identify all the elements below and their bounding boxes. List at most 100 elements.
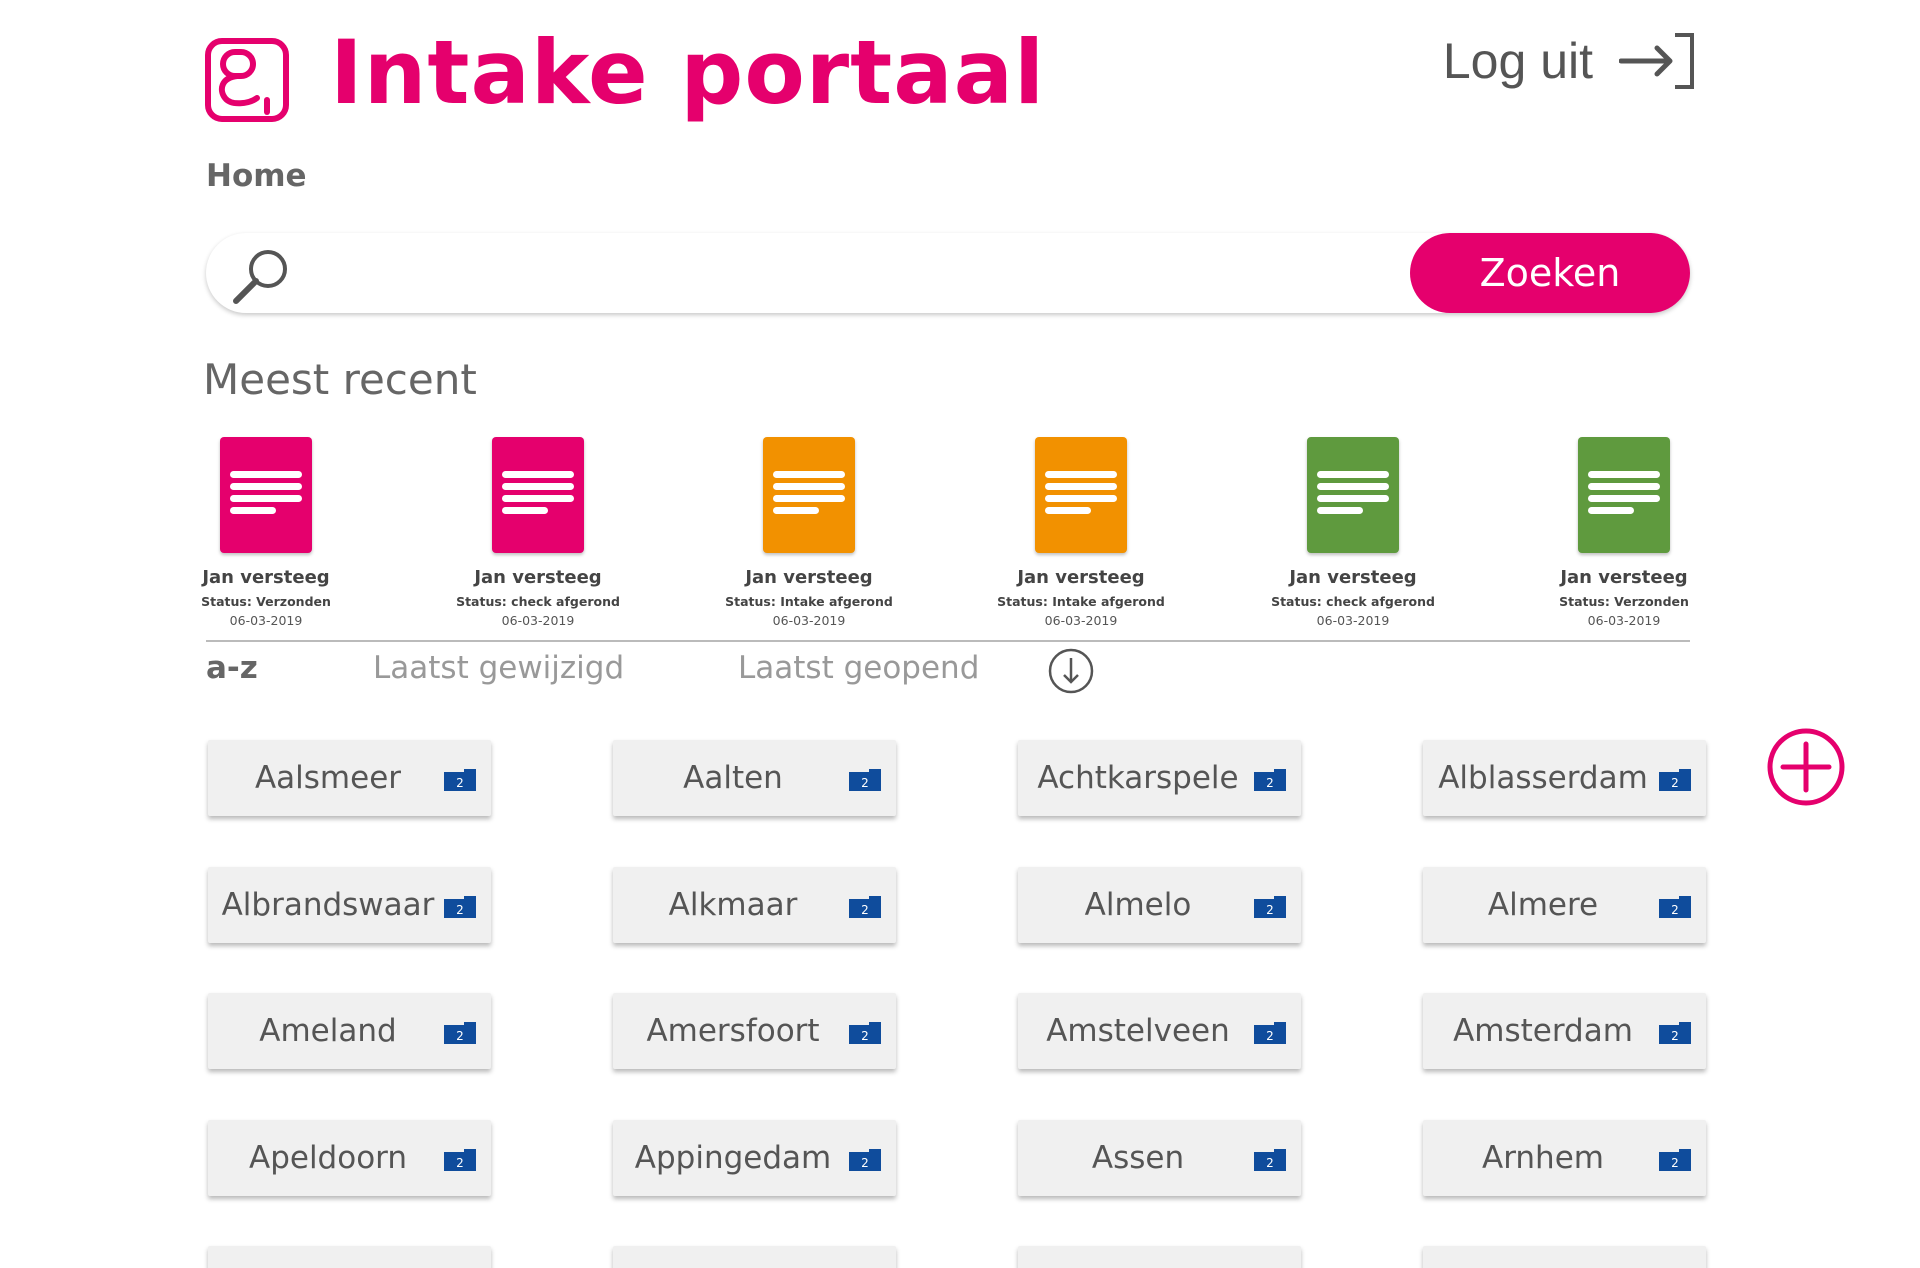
municipality-tile[interactable]: Amersfoort 2 <box>613 993 896 1069</box>
document-line <box>230 507 276 514</box>
folder-count-icon: 2 <box>849 896 881 918</box>
municipality-tile[interactable]: Assen 2 <box>1018 1120 1301 1196</box>
municipality-tile[interactable]: Almelo 2 <box>1018 867 1301 943</box>
divider <box>206 640 1690 642</box>
recent-document-date: 06-03-2019 <box>1587 613 1661 628</box>
recent-document-card[interactable]: Jan versteeg Status: check afgerond 06-03-… <box>1243 437 1463 628</box>
sort-option-last-modified[interactable]: Laatst gewijzigd <box>373 650 624 686</box>
municipality-name: Appingedam <box>634 1140 832 1176</box>
municipality-tile[interactable]: Arnhem2 <box>1018 1246 1301 1268</box>
folder-count-icon: 2 <box>1659 1149 1691 1171</box>
folder-count-icon: 2 <box>444 1149 476 1171</box>
municipality-tile[interactable]: Alblasserdam 2 <box>1423 740 1706 816</box>
recent-document-status: Status: Verzonden <box>201 594 331 609</box>
municipality-tile[interactable]: Apeldoorn 2 <box>208 1120 491 1196</box>
municipality-name: Apeldoorn <box>248 1140 408 1176</box>
folder-count: 2 <box>861 903 869 917</box>
municipality-tile[interactable]: Aalsmeer 2 <box>208 740 491 816</box>
municipality-tile[interactable]: Arnhem2 <box>1423 1246 1706 1268</box>
municipality-tile[interactable]: Almere 2 <box>1423 867 1706 943</box>
folder-count: 2 <box>1266 1156 1274 1170</box>
folder-count: 2 <box>1266 1029 1274 1043</box>
document-line <box>230 471 302 478</box>
recent-document-card[interactable]: Jan versteeg Status: Intake afgerond 06-03… <box>699 437 919 628</box>
municipality-name: Arnhem <box>613 1246 853 1268</box>
municipality-name: Arnhem <box>208 1246 448 1268</box>
municipality-name: Almere <box>1487 887 1599 923</box>
municipality-name: Ameland <box>259 1013 397 1049</box>
document-icon <box>220 437 312 553</box>
folder-count-icon: 2 <box>444 769 476 791</box>
municipality-tile[interactable]: Appingedam 2 <box>613 1120 896 1196</box>
folder-count-icon: 2 <box>1254 1149 1286 1171</box>
recent-document-card[interactable]: Jan versteeg Status: Intake afgerond 06-03… <box>971 437 1191 628</box>
recent-documents: Jan versteeg Status: Verzonden 06-03-2019 J… <box>201 437 1690 628</box>
folder-count: 2 <box>1671 1156 1679 1170</box>
document-line <box>773 495 845 502</box>
document-line <box>502 507 548 514</box>
folder-count-icon: 2 <box>444 896 476 918</box>
sort-option-last-opened[interactable]: Laatst geopend <box>738 650 979 686</box>
recent-document-name: Jan versteeg <box>1560 567 1688 588</box>
app-title: Intake portaal <box>330 21 1046 124</box>
recent-document-card[interactable]: Jan versteeg Status: Verzonden 06-03-2019 <box>1514 437 1734 628</box>
municipality-tile[interactable]: Achtkarspele 2 <box>1018 740 1301 816</box>
recent-document-date: 06-03-2019 <box>1316 613 1390 628</box>
municipality-name: Arnhem <box>1482 1140 1604 1176</box>
municipality-tile[interactable]: Arnhem2 <box>208 1246 491 1268</box>
municipality-tile[interactable]: Amstelveen 2 <box>1018 993 1301 1069</box>
recent-document-card[interactable]: Jan versteeg Status: Verzonden 06-03-2019 <box>156 437 376 628</box>
folder-count: 2 <box>1671 903 1679 917</box>
recent-document-name: Jan versteeg <box>474 567 602 588</box>
recent-document-name: Jan versteeg <box>745 567 873 588</box>
folder-count-icon: 2 <box>444 1022 476 1044</box>
recent-document-name: Jan versteeg <box>202 567 330 588</box>
document-line <box>1317 507 1363 514</box>
document-line <box>1317 471 1389 478</box>
recent-document-name: Jan versteeg <box>1289 567 1417 588</box>
recent-document-date: 06-03-2019 <box>229 613 303 628</box>
recent-document-status: Status: Intake afgerond <box>725 594 893 609</box>
municipality-name: Amstelveen <box>1046 1013 1230 1049</box>
municipality-tile[interactable]: Alkmaar 2 <box>613 867 896 943</box>
folder-count-icon: 2 <box>849 1022 881 1044</box>
search-button[interactable]: Zoeken <box>1410 233 1690 313</box>
recent-section-title: Meest recent <box>203 355 477 404</box>
municipality-name: Amsterdam <box>1453 1013 1633 1049</box>
folder-count: 2 <box>1671 776 1679 790</box>
folder-count-icon: 2 <box>1254 896 1286 918</box>
recent-document-date: 06-03-2019 <box>1044 613 1118 628</box>
breadcrumb[interactable]: Home <box>206 158 307 194</box>
arrow-down-circle-icon[interactable] <box>1048 648 1094 694</box>
municipality-name: Almelo <box>1084 887 1192 923</box>
municipality-tile[interactable]: Arnhem2 <box>613 1246 896 1268</box>
document-icon <box>1035 437 1127 553</box>
document-line <box>773 471 845 478</box>
search-input[interactable] <box>316 243 1320 305</box>
municipality-tile[interactable]: Albrandswaar 2 <box>208 867 491 943</box>
folder-count: 2 <box>1266 903 1274 917</box>
recent-document-date: 06-03-2019 <box>501 613 575 628</box>
intake-logo-icon <box>205 38 289 122</box>
document-icon <box>1578 437 1670 553</box>
document-icon <box>492 437 584 553</box>
folder-count: 2 <box>456 903 464 917</box>
municipality-tile[interactable]: Aalten 2 <box>613 740 896 816</box>
recent-document-date: 06-03-2019 <box>772 613 846 628</box>
document-line <box>1317 495 1389 502</box>
recent-document-card[interactable]: Jan versteeg Status: check afgerond 06-03-… <box>428 437 648 628</box>
document-line <box>1045 507 1091 514</box>
municipality-tile[interactable]: Ameland 2 <box>208 993 491 1069</box>
folder-count-icon: 2 <box>849 769 881 791</box>
intake-portal-page: Intake portaal Log uit Home Zoeken Meest… <box>0 0 1920 1268</box>
municipality-tile[interactable]: Amsterdam 2 <box>1423 993 1706 1069</box>
folder-count: 2 <box>1266 776 1274 790</box>
folder-count: 2 <box>861 1029 869 1043</box>
document-line <box>773 483 845 490</box>
municipality-tile[interactable]: Arnhem 2 <box>1423 1120 1706 1196</box>
folder-count: 2 <box>1671 1029 1679 1043</box>
plus-circle-icon[interactable] <box>1766 727 1846 807</box>
sort-option-az[interactable]: a-z <box>206 650 258 686</box>
logout-button[interactable]: Log uit <box>1443 28 1695 94</box>
folder-count-icon: 2 <box>1254 769 1286 791</box>
